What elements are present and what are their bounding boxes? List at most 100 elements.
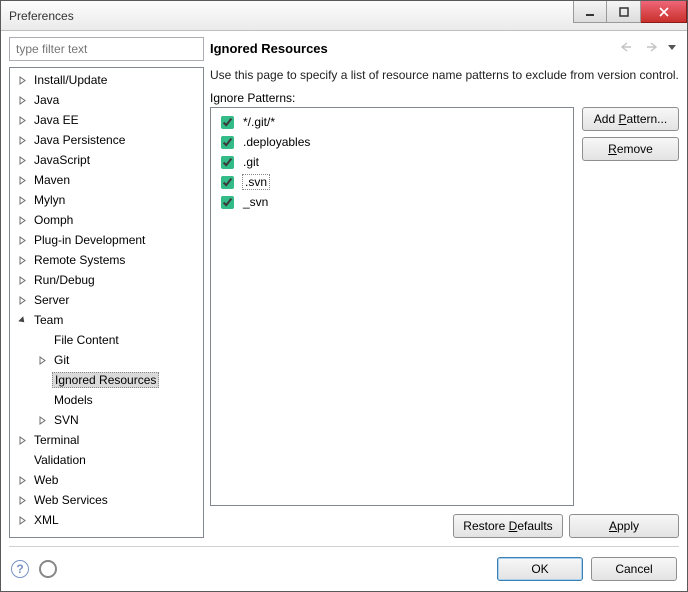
chevron-right-icon[interactable]	[16, 434, 28, 446]
tree-item[interactable]: Git	[10, 350, 203, 370]
separator	[9, 546, 679, 547]
tree-item[interactable]: Team	[10, 310, 203, 330]
tree-item[interactable]: Run/Debug	[10, 270, 203, 290]
pattern-buttons: Add Pattern... Remove	[582, 107, 679, 506]
pattern-checkbox[interactable]	[221, 156, 234, 169]
chevron-right-icon[interactable]	[16, 234, 28, 246]
list-item[interactable]: _svn	[215, 192, 569, 212]
help-icon[interactable]: ?	[11, 560, 29, 578]
preferences-tree[interactable]: Install/Update Java Java EE Java Persistenc…	[10, 68, 203, 537]
ok-button[interactable]: OK	[497, 557, 583, 581]
chevron-right-icon[interactable]	[16, 294, 28, 306]
list-item[interactable]: */.git/*	[215, 112, 569, 132]
chevron-right-icon[interactable]	[16, 94, 28, 106]
chevron-down-icon[interactable]	[16, 314, 28, 326]
filter-input[interactable]	[9, 37, 204, 61]
tree-item[interactable]: Web Services	[10, 490, 203, 510]
tree-item[interactable]: Plug-in Development	[10, 230, 203, 250]
preferences-tree-container: Install/Update Java Java EE Java Persistenc…	[9, 67, 204, 538]
tree-item[interactable]: Server	[10, 290, 203, 310]
chevron-right-icon[interactable]	[16, 154, 28, 166]
tree-item[interactable]: JavaScript	[10, 150, 203, 170]
tree-item-label: Oomph	[32, 212, 75, 228]
tree-item-label: Java EE	[32, 112, 81, 128]
back-icon[interactable]	[621, 41, 635, 56]
view-menu-icon[interactable]	[665, 41, 679, 56]
tree-item[interactable]: Java Persistence	[10, 130, 203, 150]
add-pattern-button[interactable]: Add Pattern...	[582, 107, 679, 131]
chevron-right-icon[interactable]	[16, 514, 28, 526]
chevron-right-icon[interactable]	[36, 414, 48, 426]
tree-item[interactable]: Remote Systems	[10, 250, 203, 270]
ignore-patterns-list[interactable]: */.git/* .deployables .git .svn _svn	[210, 107, 574, 506]
close-button[interactable]	[641, 1, 687, 23]
tree-item-label: SVN	[52, 412, 81, 428]
tree-item[interactable]: Ignored Resources	[10, 370, 203, 390]
list-item[interactable]: .deployables	[215, 132, 569, 152]
chevron-right-icon[interactable]	[16, 114, 28, 126]
chevron-right-icon[interactable]	[16, 134, 28, 146]
pattern-text: .svn	[243, 175, 269, 189]
tree-item[interactable]: Maven	[10, 170, 203, 190]
chevron-right-icon[interactable]	[16, 494, 28, 506]
tree-item-label: Plug-in Development	[32, 232, 147, 248]
chevron-right-icon[interactable]	[16, 174, 28, 186]
tree-item[interactable]: SVN	[10, 410, 203, 430]
tree-item[interactable]: XML	[10, 510, 203, 530]
cancel-button[interactable]: Cancel	[591, 557, 677, 581]
apply-button[interactable]: Apply	[569, 514, 679, 538]
tree-item[interactable]: Mylyn	[10, 190, 203, 210]
restore-defaults-button[interactable]: Restore Defaults	[453, 514, 563, 538]
forward-icon[interactable]	[643, 41, 657, 56]
chevron-right-icon[interactable]	[16, 194, 28, 206]
footer-left-icons: ?	[11, 560, 57, 578]
tree-item-label: JavaScript	[32, 152, 92, 168]
tree-item-label: Models	[52, 392, 95, 408]
tree-item-label: Run/Debug	[32, 272, 97, 288]
chevron-right-icon[interactable]	[16, 274, 28, 286]
tree-item[interactable]: Terminal	[10, 430, 203, 450]
chevron-right-icon[interactable]	[16, 74, 28, 86]
tree-item[interactable]: Validation	[10, 450, 203, 470]
chevron-right-icon[interactable]	[16, 254, 28, 266]
footer-right-buttons: OK Cancel	[497, 557, 677, 581]
tree-item[interactable]: Install/Update	[10, 70, 203, 90]
left-column: Install/Update Java Java EE Java Persistenc…	[9, 37, 204, 538]
chevron-right-icon[interactable]	[16, 474, 28, 486]
pattern-text: _svn	[243, 195, 268, 209]
minimize-button[interactable]	[573, 1, 607, 23]
tree-item[interactable]: File Content	[10, 330, 203, 350]
tree-item[interactable]: Web	[10, 470, 203, 490]
pattern-checkbox[interactable]	[221, 116, 234, 129]
tree-item[interactable]: Java	[10, 90, 203, 110]
tree-item[interactable]: Models	[10, 390, 203, 410]
page-description: Use this page to specify a list of resou…	[210, 67, 679, 83]
chevron-right-icon[interactable]	[36, 354, 48, 366]
tree-item[interactable]: Java EE	[10, 110, 203, 130]
page-title: Ignored Resources	[210, 41, 621, 56]
window-buttons	[573, 1, 687, 30]
tree-item-label: Web Services	[32, 492, 110, 508]
tree-item[interactable]: Oomph	[10, 210, 203, 230]
pattern-checkbox[interactable]	[221, 176, 234, 189]
page-nav-icons	[621, 41, 679, 56]
page-header: Ignored Resources	[210, 37, 679, 59]
tree-item-label: Validation	[32, 452, 88, 468]
pattern-checkbox[interactable]	[221, 136, 234, 149]
patterns-row: */.git/* .deployables .git .svn _svn Add Pat…	[210, 107, 679, 506]
chevron-right-icon[interactable]	[16, 214, 28, 226]
remove-button[interactable]: Remove	[582, 137, 679, 161]
pattern-checkbox[interactable]	[221, 196, 234, 209]
window-title: Preferences	[9, 9, 573, 23]
tree-item-label: Mylyn	[32, 192, 67, 208]
list-item[interactable]: .git	[215, 152, 569, 172]
pattern-text: .git	[243, 155, 259, 169]
list-item[interactable]: .svn	[215, 172, 569, 192]
dialog-footer: ? OK Cancel	[9, 555, 679, 583]
maximize-button[interactable]	[607, 1, 641, 23]
tree-item-label: Ignored Resources	[52, 372, 159, 388]
pattern-text: .deployables	[243, 135, 310, 149]
tree-item-label: Web	[32, 472, 60, 488]
tree-item-label: Install/Update	[32, 72, 109, 88]
tree-item-label: Git	[52, 352, 71, 368]
